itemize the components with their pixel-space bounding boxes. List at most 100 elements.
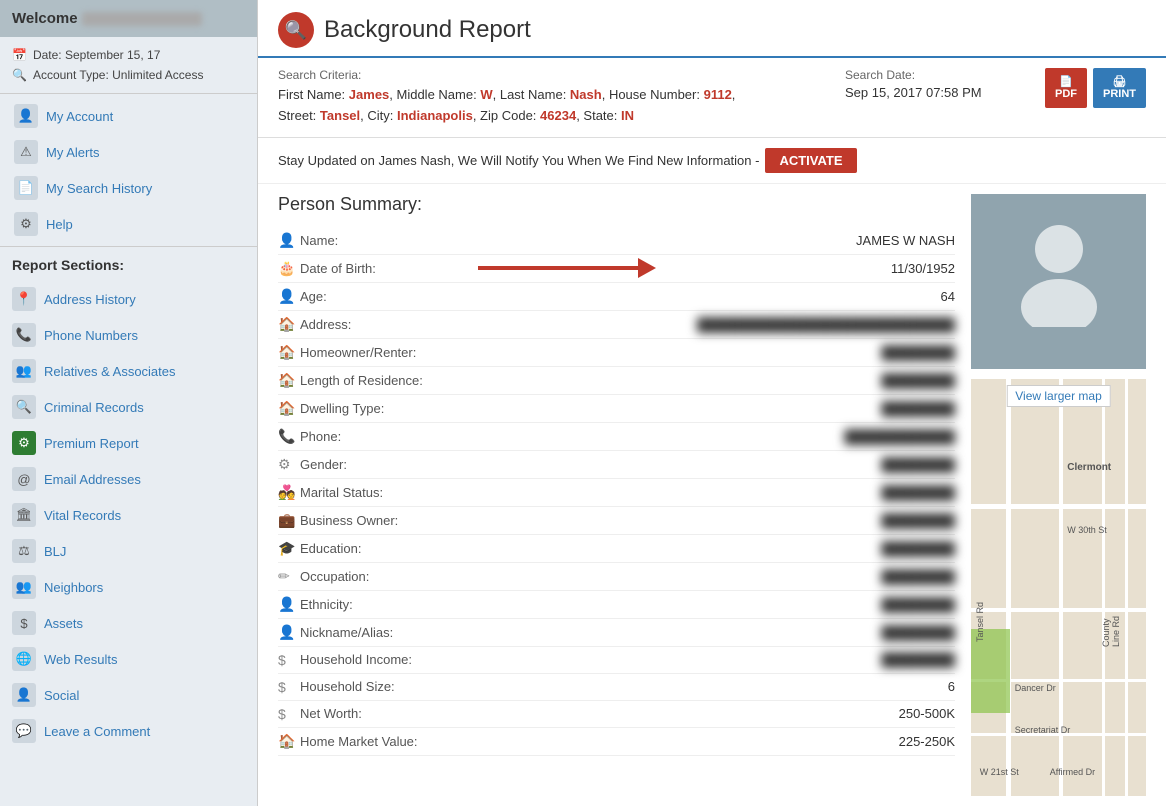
welcome-label: Welcome xyxy=(12,10,78,27)
user-name-blurred xyxy=(82,12,202,26)
person-summary-title: Person Summary: xyxy=(278,194,955,215)
section-premium[interactable]: ⚙ Premium Report xyxy=(0,425,257,461)
map-label-dancer: Dancer Dr xyxy=(1015,683,1056,693)
sidebar-welcome: Welcome xyxy=(0,0,257,37)
page-title: Background Report xyxy=(324,16,531,44)
criteria-label: Search Criteria: xyxy=(278,68,825,82)
section-social[interactable]: 👤 Social xyxy=(0,677,257,713)
relatives-label: Relatives & Associates xyxy=(44,364,176,379)
sidebar-item-account[interactable]: 👤 My Account xyxy=(0,98,257,134)
map-road xyxy=(1125,379,1128,796)
ethnicity-value: ████████ xyxy=(460,597,955,612)
map-label-county: County Line Rd xyxy=(1101,612,1121,647)
map-label-secretariat: Secretariat Dr xyxy=(1015,725,1071,735)
criminal-label: Criminal Records xyxy=(44,400,144,415)
map-road xyxy=(1102,379,1105,796)
age-label: Age: xyxy=(300,289,460,304)
neighbors-label: Neighbors xyxy=(44,580,103,595)
dob-label: Date of Birth: xyxy=(300,261,460,276)
assets-label: Assets xyxy=(44,616,83,631)
blj-icon: ⚖ xyxy=(12,539,36,563)
net-worth-value: 250-500K xyxy=(460,706,955,721)
summary-row-nickname: 👤 Nickname/Alias: ████████ xyxy=(278,619,955,647)
email-label: Email Addresses xyxy=(44,472,141,487)
assets-icon: $ xyxy=(12,611,36,635)
section-relatives[interactable]: 👥 Relatives & Associates xyxy=(0,353,257,389)
print-button[interactable]: 🖨 PRINT xyxy=(1093,68,1146,108)
section-web[interactable]: 🌐 Web Results xyxy=(0,641,257,677)
section-vital[interactable]: 🏛 Vital Records xyxy=(0,497,257,533)
content-area: Person Summary: 👤 Name: JAMES W NASH 🎂 D… xyxy=(258,184,1166,806)
sidebar-item-alerts[interactable]: ⚠ My Alerts xyxy=(0,134,257,170)
ethnicity-label: Ethnicity: xyxy=(300,597,460,612)
account-icon: 👤 xyxy=(14,104,38,128)
premium-label: Premium Report xyxy=(44,436,139,451)
history-icon: 📄 xyxy=(14,176,38,200)
map-label-30th: W 30th St xyxy=(1067,525,1107,535)
email-icon: @ xyxy=(12,467,36,491)
map-view-larger-link[interactable]: View larger map xyxy=(1006,385,1110,407)
summary-row-address: 🏠 Address: ████████████████████████████ xyxy=(278,311,955,339)
map-label-tanasel: Tansel Rd xyxy=(975,602,985,642)
name-label: Name: xyxy=(300,233,460,248)
home-market-label: Home Market Value: xyxy=(300,734,460,749)
summary-table: 👤 Name: JAMES W NASH 🎂 Date of Birth: 11… xyxy=(278,227,955,756)
sidebar-account-type: 🔍 Account Type: Unlimited Access xyxy=(12,65,245,85)
search-circle-icon: 🔍 xyxy=(278,12,314,48)
section-comment[interactable]: 💬 Leave a Comment xyxy=(0,713,257,749)
alerts-label: My Alerts xyxy=(46,145,99,160)
hh-income-label: Household Income: xyxy=(300,652,460,667)
occupation-label: Occupation: xyxy=(300,569,460,584)
gender-label: Gender: xyxy=(300,457,460,472)
search-history-label: My Search History xyxy=(46,181,152,196)
vital-label: Vital Records xyxy=(44,508,121,523)
summary-row-name: 👤 Name: JAMES W NASH xyxy=(278,227,955,255)
summary-row-age: 👤 Age: 64 xyxy=(278,283,955,311)
criteria-middle-name: W xyxy=(480,87,492,102)
activate-button[interactable]: ACTIVATE xyxy=(765,148,856,173)
notification-bar: Stay Updated on James Nash, We Will Noti… xyxy=(258,138,1166,184)
summary-row-home-market: 🏠 Home Market Value: 225-250K xyxy=(278,728,955,756)
section-criminal[interactable]: 🔍 Criminal Records xyxy=(0,389,257,425)
length-residence-label: Length of Residence: xyxy=(300,373,460,388)
marital-value: ████████ xyxy=(460,485,955,500)
homeowner-value: ████████ xyxy=(460,345,955,360)
notification-text: Stay Updated on James Nash, We Will Noti… xyxy=(278,153,759,168)
summary-row-hh-size: $ Household Size: 6 xyxy=(278,674,955,701)
map-background: Clermont W 30th St Tansel Rd County Line… xyxy=(971,379,1146,796)
occupation-icon: ✏ xyxy=(278,568,300,585)
sidebar-item-search-history[interactable]: 📄 My Search History xyxy=(0,170,257,206)
pdf-button[interactable]: 📄 PDF xyxy=(1045,68,1087,108)
section-assets[interactable]: $ Assets xyxy=(0,605,257,641)
main-content: 🔍 Background Report Search Criteria: Fir… xyxy=(258,0,1166,806)
section-phone-numbers[interactable]: 📞 Phone Numbers xyxy=(0,317,257,353)
summary-row-education: 🎓 Education: ████████ xyxy=(278,535,955,563)
nickname-label: Nickname/Alias: xyxy=(300,625,460,640)
dob-value: 11/30/1952 xyxy=(460,261,955,276)
marital-label: Marital Status: xyxy=(300,485,460,500)
summary-row-homeowner: 🏠 Homeowner/Renter: ████████ xyxy=(278,339,955,367)
calendar-icon: 📅 xyxy=(12,48,27,62)
sidebar-date: 📅 Date: September 15, 17 xyxy=(12,45,245,65)
criteria-zip: 46234 xyxy=(540,108,576,123)
section-neighbors[interactable]: 👥 Neighbors xyxy=(0,569,257,605)
blj-label: BLJ xyxy=(44,544,66,559)
account-label: My Account xyxy=(46,109,113,124)
summary-row-ethnicity: 👤 Ethnicity: ████████ xyxy=(278,591,955,619)
net-worth-icon: $ xyxy=(278,706,300,722)
summary-row-occupation: ✏ Occupation: ████████ xyxy=(278,563,955,591)
comment-icon: 💬 xyxy=(12,719,36,743)
section-email[interactable]: @ Email Addresses xyxy=(0,461,257,497)
address-row-icon: 🏠 xyxy=(278,316,300,333)
address-row-label: Address: xyxy=(300,317,460,332)
section-address-history[interactable]: 📍 Address History xyxy=(0,281,257,317)
section-blj[interactable]: ⚖ BLJ xyxy=(0,533,257,569)
help-label: Help xyxy=(46,217,73,232)
dob-row-icon: 🎂 xyxy=(278,260,300,277)
homeowner-icon: 🏠 xyxy=(278,344,300,361)
phone-value: ████████████ xyxy=(460,429,955,444)
sidebar-item-help[interactable]: ⚙ Help xyxy=(0,206,257,242)
criteria-house-number: 9112 xyxy=(704,87,732,102)
education-value: ████████ xyxy=(460,541,955,556)
business-value: ████████ xyxy=(460,513,955,528)
